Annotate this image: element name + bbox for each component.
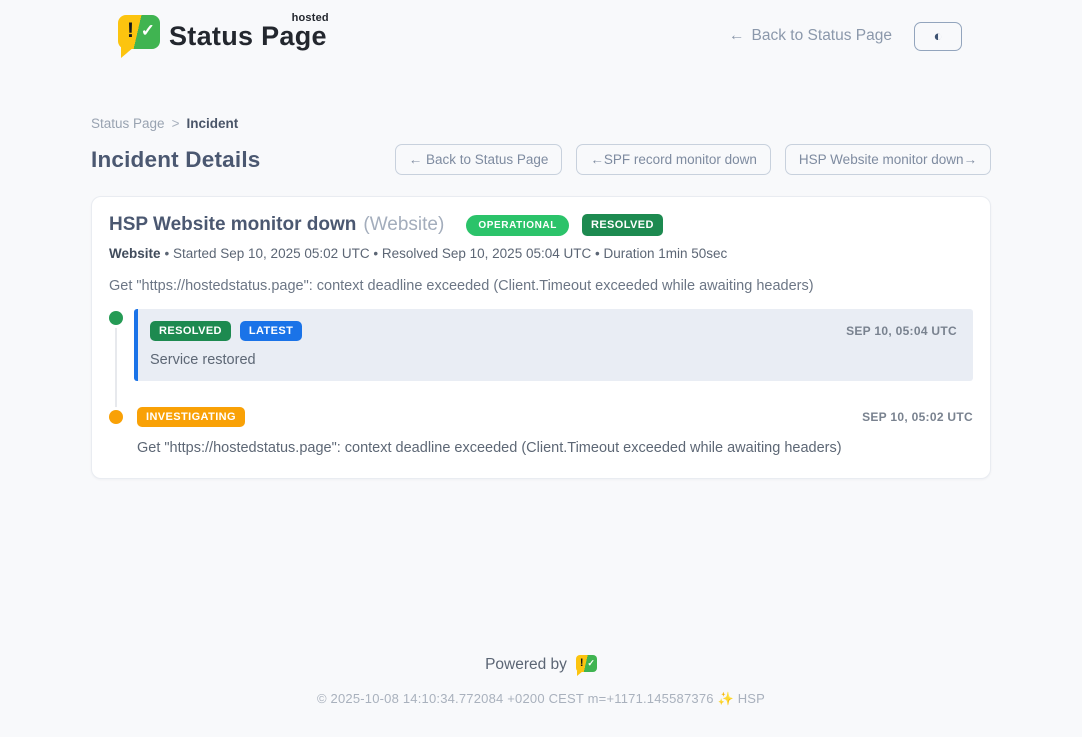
timeline-update-panel: RESOLVED LATEST SEP 10, 05:04 UTC Servic… bbox=[134, 309, 973, 381]
logo-bubble-icon: ! ✓ bbox=[118, 14, 160, 58]
back-to-status-link[interactable]: ← Back to Status Page bbox=[729, 27, 892, 45]
header-actions: ← Back to Status Page ◐ bbox=[729, 22, 962, 51]
page-footer: Powered by ! ✓ © 2025-10-08 14:10:34.772… bbox=[91, 655, 991, 707]
latest-badge: LATEST bbox=[240, 321, 302, 341]
hosted-superscript: hosted bbox=[292, 13, 329, 24]
timeline-message: Get "https://hostedstatus.page": context… bbox=[137, 440, 973, 456]
breadcrumb: Status Page > Incident bbox=[91, 116, 991, 131]
resolved-badge: RESOLVED bbox=[582, 214, 663, 236]
incident-title: HSP Website monitor down bbox=[109, 214, 356, 236]
timeline-update-header: RESOLVED LATEST SEP 10, 05:04 UTC bbox=[150, 321, 957, 341]
timeline-dot-investigating bbox=[109, 410, 123, 424]
incident-timeline: RESOLVED LATEST SEP 10, 05:04 UTC Servic… bbox=[109, 309, 973, 456]
logo-wordmark: Status Page bbox=[169, 21, 327, 51]
page-header: ! ✓ Status Pagehosted ← Back to Status Pa… bbox=[0, 0, 1082, 58]
incident-nav-buttons: ← Back to Status Page ←SPF record monito… bbox=[395, 144, 991, 175]
speech-bubble-tail bbox=[121, 47, 134, 58]
timeline-dot-resolved bbox=[109, 311, 123, 325]
footer-logo-icon: ! ✓ bbox=[576, 655, 597, 674]
timeline-update-content: INVESTIGATING SEP 10, 05:02 UTC Get "htt… bbox=[137, 407, 973, 456]
timeline-update-header: INVESTIGATING SEP 10, 05:02 UTC bbox=[137, 407, 973, 427]
title-row: Incident Details ← Back to Status Page ←… bbox=[91, 144, 991, 175]
theme-toggle-button[interactable]: ◐ bbox=[914, 22, 962, 51]
breadcrumb-separator: > bbox=[172, 116, 180, 131]
breadcrumb-status-page[interactable]: Status Page bbox=[91, 116, 165, 131]
timeline-timestamp: SEP 10, 05:04 UTC bbox=[846, 324, 957, 338]
page-title: Incident Details bbox=[91, 147, 261, 173]
arrow-left-icon: ← bbox=[729, 27, 745, 45]
meta-component: Website bbox=[109, 246, 161, 261]
exclamation-icon: ! bbox=[127, 19, 134, 43]
exclamation-icon: ! bbox=[580, 657, 584, 669]
investigating-badge: INVESTIGATING bbox=[137, 407, 245, 427]
breadcrumb-incident: Incident bbox=[186, 116, 238, 131]
timeline-message: Service restored bbox=[150, 352, 957, 368]
incident-description: Get "https://hostedstatus.page": context… bbox=[109, 278, 973, 294]
meta-details: • Started Sep 10, 2025 05:02 UTC • Resol… bbox=[165, 246, 728, 261]
operational-badge: OPERATIONAL bbox=[466, 215, 569, 236]
powered-by[interactable]: Powered by ! ✓ bbox=[485, 655, 597, 674]
timeline-timestamp: SEP 10, 05:02 UTC bbox=[862, 410, 973, 424]
prev-incident-button[interactable]: ←SPF record monitor down bbox=[576, 144, 771, 175]
app-logo[interactable]: ! ✓ Status Pagehosted bbox=[118, 14, 327, 58]
powered-by-label: Powered by bbox=[485, 656, 567, 674]
speech-bubble-tail bbox=[577, 671, 583, 676]
incident-card: HSP Website monitor down (Website) OPERA… bbox=[91, 196, 991, 479]
next-incident-button[interactable]: HSP Website monitor down→ bbox=[785, 144, 991, 175]
back-button[interactable]: ← Back to Status Page bbox=[395, 144, 563, 175]
resolved-update-badge: RESOLVED bbox=[150, 321, 231, 341]
check-icon: ✓ bbox=[587, 658, 595, 669]
incident-component: (Website) bbox=[363, 214, 444, 236]
timeline-item-investigating: INVESTIGATING SEP 10, 05:02 UTC Get "htt… bbox=[109, 407, 973, 456]
timeline-item-resolved: RESOLVED LATEST SEP 10, 05:04 UTC Servic… bbox=[109, 309, 973, 381]
logo-text: Status Pagehosted bbox=[169, 23, 327, 50]
check-icon: ✓ bbox=[141, 21, 155, 41]
main-content: Status Page > Incident Incident Details ← … bbox=[91, 116, 991, 707]
incident-meta: Website • Started Sep 10, 2025 05:02 UTC … bbox=[109, 246, 973, 261]
contrast-icon: ◐ bbox=[933, 29, 942, 44]
copyright: © 2025-10-08 14:10:34.772084 +0200 CEST … bbox=[91, 691, 991, 707]
back-link-label: Back to Status Page bbox=[752, 27, 892, 45]
incident-card-header: HSP Website monitor down (Website) OPERA… bbox=[109, 214, 973, 236]
